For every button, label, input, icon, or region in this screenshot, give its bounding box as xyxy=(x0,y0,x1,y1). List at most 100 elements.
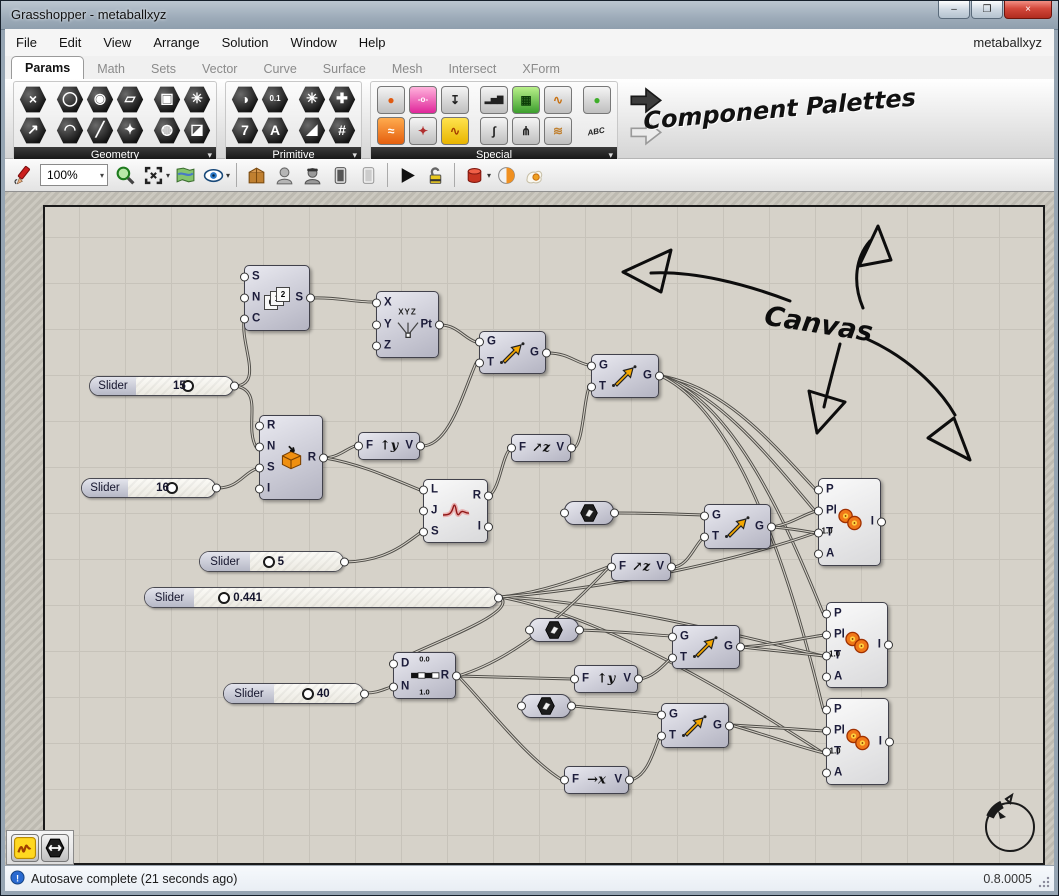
input-port[interactable] xyxy=(822,705,831,714)
extents-icon-dropdown[interactable]: ▾ xyxy=(166,171,170,180)
button-icon[interactable]: ● xyxy=(377,86,405,114)
random-component[interactable]: RNSIR xyxy=(259,415,323,500)
canvas[interactable] xyxy=(43,205,1045,865)
input-port[interactable] xyxy=(255,463,264,472)
output-port[interactable] xyxy=(884,641,893,650)
series-component[interactable]: SNCS012 xyxy=(244,265,310,331)
output-port[interactable] xyxy=(484,522,493,531)
slider-40[interactable]: Slider40 xyxy=(223,683,364,704)
input-port[interactable] xyxy=(822,769,831,778)
slider-output-port[interactable] xyxy=(360,689,369,698)
maximize-button[interactable]: ❐ xyxy=(971,1,1003,19)
ellipse-icon[interactable]: ◉ xyxy=(86,86,114,114)
tab-params[interactable]: Params xyxy=(11,56,84,79)
param-x-icon[interactable]: × xyxy=(19,86,47,114)
extents-icon[interactable] xyxy=(141,163,165,187)
tree-icon[interactable]: ⋔ xyxy=(512,117,540,145)
slider-16[interactable]: Slider16 xyxy=(81,478,216,498)
plane-param-3[interactable] xyxy=(521,694,571,718)
minimize-button[interactable]: – xyxy=(938,1,970,19)
output-port[interactable] xyxy=(435,320,444,329)
tab-vector[interactable]: Vector xyxy=(189,59,250,79)
panel-dark-icon[interactable] xyxy=(328,163,352,187)
slider-output-port[interactable] xyxy=(340,557,349,566)
input-port[interactable] xyxy=(240,294,249,303)
slider-icon[interactable]: -o- xyxy=(409,86,437,114)
input-port[interactable] xyxy=(822,630,831,639)
slider-5[interactable]: Slider5 xyxy=(199,551,344,572)
slider-track[interactable]: 15 xyxy=(136,377,233,395)
slider-output-port[interactable] xyxy=(494,593,503,602)
box-bake-icon[interactable] xyxy=(244,163,268,187)
menu-window[interactable]: Window xyxy=(280,29,348,56)
close-button[interactable]: × xyxy=(1004,1,1052,19)
slider-output-port[interactable] xyxy=(212,484,221,493)
metaball-component-1[interactable]: PPlTAI1.0 xyxy=(818,478,881,566)
input-port[interactable] xyxy=(389,682,398,691)
input-port[interactable] xyxy=(814,550,823,559)
input-port[interactable] xyxy=(372,342,381,351)
output-port[interactable] xyxy=(877,518,886,527)
title-bar[interactable]: Grasshopper - metaballxyz –❐× xyxy=(1,1,1058,30)
input-port[interactable] xyxy=(560,509,569,518)
unit-z-component-2[interactable]: FV↗z xyxy=(611,553,671,581)
input-port[interactable] xyxy=(255,422,264,431)
arc-icon[interactable]: ◠ xyxy=(56,117,84,145)
xy-icon[interactable]: ✦ xyxy=(409,117,437,145)
output-port[interactable] xyxy=(452,671,461,680)
output-port[interactable] xyxy=(567,444,576,453)
zoom-level-select[interactable]: 100%▾ xyxy=(40,164,108,186)
output-port[interactable] xyxy=(575,626,584,635)
input-port[interactable] xyxy=(419,486,428,495)
map-icon[interactable] xyxy=(173,163,197,187)
eye-icon-dropdown[interactable]: ▾ xyxy=(226,171,230,180)
slider-15[interactable]: Slider15 xyxy=(89,376,234,396)
path-icon[interactable]: ✚ xyxy=(328,86,356,114)
input-port[interactable] xyxy=(822,609,831,618)
squiggle-icon[interactable]: ∿ xyxy=(441,117,469,145)
slider-track[interactable]: 5 xyxy=(250,552,343,571)
input-port[interactable] xyxy=(354,442,363,451)
slider-grip[interactable] xyxy=(218,592,230,604)
box-icon[interactable]: ▣ xyxy=(153,86,181,114)
number-icon[interactable]: 0.1 xyxy=(261,86,289,114)
scribble-icon[interactable]: ∿ xyxy=(544,86,572,114)
menu-view[interactable]: View xyxy=(92,29,142,56)
slider-track[interactable]: 16 xyxy=(128,479,215,497)
output-port[interactable] xyxy=(885,737,894,746)
integer-icon[interactable]: 7 xyxy=(231,117,259,145)
output-port[interactable] xyxy=(736,643,745,652)
menu-edit[interactable]: Edit xyxy=(48,29,92,56)
input-port[interactable] xyxy=(255,484,264,493)
metaball-component-3[interactable]: PPlTAI1.0 xyxy=(826,698,889,785)
sketch-pencil-icon[interactable] xyxy=(11,163,35,187)
input-port[interactable] xyxy=(419,507,428,516)
unit-x-component[interactable]: FV→x xyxy=(564,766,629,794)
move-component-5[interactable]: GTG xyxy=(661,703,729,748)
unit-y-component-2[interactable]: FV↑y xyxy=(574,665,638,693)
abc-icon[interactable]: ABC xyxy=(581,115,611,145)
gradient-icon[interactable]: ◢ xyxy=(298,117,326,145)
output-port[interactable] xyxy=(625,776,634,785)
histogram-icon[interactable]: ▂▅▇ xyxy=(480,86,508,114)
slider-track[interactable]: 0.441 xyxy=(194,588,497,607)
circle-icon[interactable]: ◯ xyxy=(56,86,84,114)
mesh-sphere-icon[interactable]: ✳ xyxy=(183,86,211,114)
input-port[interactable] xyxy=(255,443,264,452)
panel-light-icon[interactable] xyxy=(356,163,380,187)
surface-icon[interactable]: ◪ xyxy=(183,117,211,145)
unit-y-component-1[interactable]: FV↑y xyxy=(358,432,420,460)
input-port[interactable] xyxy=(517,702,526,711)
input-port[interactable] xyxy=(372,298,381,307)
input-port[interactable] xyxy=(822,726,831,735)
compass-widget[interactable] xyxy=(976,791,1040,860)
construct-point-component[interactable]: XYZPtXYZ xyxy=(376,291,439,358)
input-port[interactable] xyxy=(587,361,596,370)
preview-sphere-icon[interactable] xyxy=(494,163,518,187)
tab-math[interactable]: Math xyxy=(84,59,138,79)
cylinder-icon[interactable]: ◍ xyxy=(153,117,181,145)
plane-param-2[interactable] xyxy=(529,618,579,642)
input-port[interactable] xyxy=(668,653,677,662)
head-hat-icon[interactable] xyxy=(300,163,324,187)
resize-grip[interactable] xyxy=(1038,876,1050,888)
